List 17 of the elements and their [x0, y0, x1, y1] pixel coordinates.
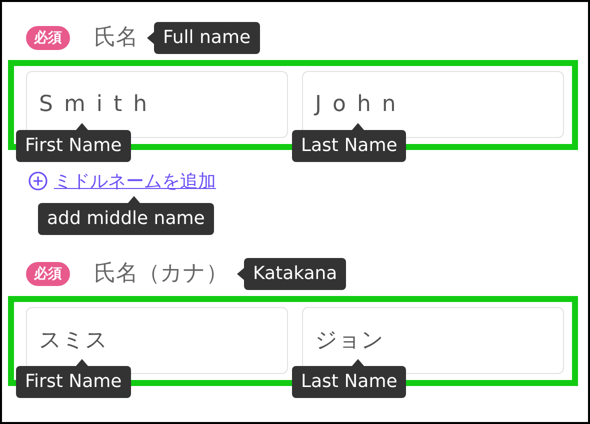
- required-badge: 必須: [26, 262, 70, 286]
- callout-label: Last Name: [292, 366, 406, 398]
- required-badge: 必須: [26, 26, 70, 50]
- callout-label: Full name: [154, 22, 260, 54]
- plus-circle-icon[interactable]: [28, 171, 48, 191]
- input-field[interactable]: スミス: [26, 307, 288, 374]
- input-field[interactable]: ジョン: [302, 307, 564, 374]
- callout-label: Katakana: [244, 258, 346, 290]
- add-middle-name-link[interactable]: ミドルネームを追加: [54, 168, 216, 194]
- callout-label: First Name: [16, 130, 131, 162]
- callout-label: First Name: [16, 366, 131, 398]
- input-field[interactable]: Smith: [26, 71, 288, 138]
- field-label: 氏名: [94, 24, 138, 52]
- callout-label: Last Name: [292, 130, 406, 162]
- input-field[interactable]: John: [302, 71, 564, 138]
- callout-label: add middle name: [38, 203, 214, 235]
- field-label: 氏名（カナ）: [94, 260, 228, 288]
